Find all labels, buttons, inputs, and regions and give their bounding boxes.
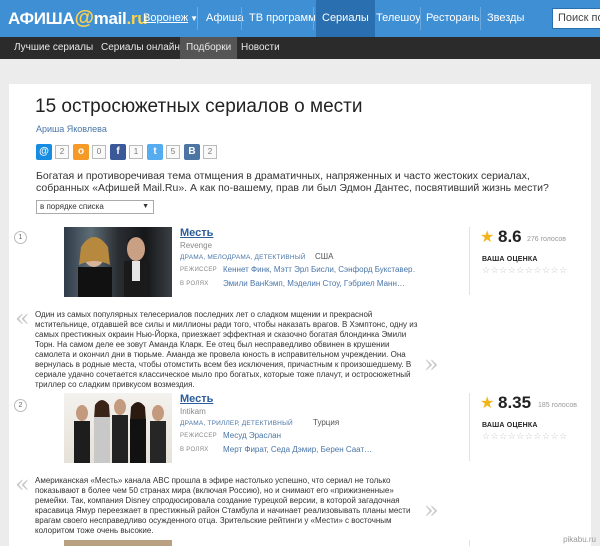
your-rating-label: ВАША ОЦЕНКА [482, 422, 538, 429]
item-original-title: Revenge [180, 241, 213, 250]
poster-image[interactable] [64, 227, 172, 297]
logo-at: @ [74, 7, 94, 29]
nav-divider [420, 7, 421, 30]
subnav-serials-online[interactable]: Сериалы онлайн [101, 37, 180, 59]
item-country: Турция [313, 418, 340, 427]
item-number: 2 [14, 399, 27, 412]
item-votes: 185 голосов [538, 402, 578, 409]
share-count: 0 [92, 145, 106, 159]
item-title-link[interactable]: Месть [180, 393, 213, 405]
quote-open-icon: « [15, 470, 30, 498]
nav-item-restaurants[interactable]: Рестораны [426, 0, 482, 37]
facebook-icon[interactable]: f [110, 144, 126, 160]
nav-divider [313, 7, 314, 30]
top-navigation-bar: АФИША@mail.ru Воронеж ▼ Афиша ТВ программ… [0, 0, 600, 37]
nav-item-afisha[interactable]: Афиша [206, 0, 244, 37]
column-divider [469, 540, 470, 546]
twitter-icon[interactable]: t [147, 144, 163, 160]
item-country: США [315, 252, 334, 261]
item-number: 1 [14, 231, 27, 244]
share-count: 2 [55, 145, 69, 159]
author-link[interactable]: Ариша Яковлева [36, 124, 107, 134]
share-count: 1 [129, 145, 143, 159]
your-rating-label: ВАША ОЦЕНКА [482, 256, 538, 263]
afisha-mail-logo[interactable]: АФИША@mail.ru [8, 7, 148, 30]
cast-label: В РОЛЯХ [180, 447, 209, 453]
item-description: Один из самых популярных телесериалов по… [35, 310, 418, 389]
item-cast[interactable]: Эмили ВанКэмп, Мэделин Стоу, Гэбриел Ман… [223, 279, 415, 288]
subnav-news[interactable]: Новости [241, 37, 280, 59]
page-title: 15 остросюжетных сериалов о мести [35, 96, 363, 117]
nav-item-serials[interactable]: Сериалы [316, 0, 375, 37]
director-label: РЕЖИССЕР [180, 267, 217, 273]
nav-item-teleshow[interactable]: Телешоу [376, 0, 421, 37]
share-count: 2 [203, 145, 217, 159]
column-divider [469, 393, 470, 461]
city-name: Воронеж [143, 12, 189, 24]
poster-image[interactable] [64, 540, 172, 546]
item-title-link[interactable]: Месть [180, 227, 213, 239]
your-rating-stars[interactable]: ☆☆☆☆☆☆☆☆☆☆ [482, 431, 568, 442]
article-card: 15 остросюжетных сериалов о мести Ариша … [9, 84, 591, 546]
sort-value: в порядке списка [40, 202, 104, 211]
article-lead: Богатая и противоречивая тема отмщения в… [36, 170, 549, 194]
subnav-best-serials[interactable]: Лучшие сериалы [14, 37, 93, 59]
watermark: pikabu.ru [563, 535, 596, 544]
poster-image[interactable] [64, 393, 172, 463]
nav-item-stars[interactable]: Звезды [487, 0, 524, 37]
mail-icon[interactable]: @ [36, 144, 52, 160]
nav-divider [480, 7, 481, 30]
director-label: РЕЖИССЕР [180, 433, 217, 439]
star-icon: ★ [480, 229, 495, 246]
nav-divider [241, 7, 242, 30]
quote-close-icon: » [424, 350, 439, 378]
cast-label: В РОЛЯХ [180, 281, 209, 287]
item-director[interactable]: Месуд Эраслан [223, 431, 415, 440]
poster-image [74, 399, 166, 463]
item-director[interactable]: Кеннет Финк, Мэтт Эрл Бисли, Сэнфорд Бук… [223, 265, 415, 274]
star-icon: ★ [480, 395, 495, 412]
quote-open-icon: « [15, 304, 30, 332]
nav-divider [197, 7, 198, 30]
item-rating: 8.35 [498, 393, 532, 412]
item-rating: 8.6 [498, 227, 522, 246]
poster-image [78, 236, 150, 297]
item-cast[interactable]: Мерт Фират, Седа Дэмир, Берен Саат… [223, 445, 415, 454]
sub-navigation-bar: Лучшие сериалы Сериалы онлайн Подборки Н… [0, 37, 600, 59]
item-original-title: Intikam [180, 407, 206, 416]
item-genre[interactable]: ДРАМА, ТРИЛЛЕР, ДЕТЕКТИВНЫЙ [180, 420, 293, 427]
quote-close-icon: » [424, 496, 439, 524]
item-description: Американская «Месть» канала ABC прошла в… [35, 476, 411, 535]
sort-select[interactable]: в порядке списка ▼ [36, 200, 154, 214]
search-input[interactable]: Поиск по [552, 8, 600, 29]
column-divider [469, 227, 470, 295]
chevron-down-icon: ▼ [142, 203, 149, 210]
item-genre[interactable]: ДРАМА, МЕЛОДРАМА, ДЕТЕКТИВНЫЙ [180, 254, 306, 261]
vkontakte-icon[interactable]: В [184, 144, 200, 160]
odnoklassniki-icon[interactable]: о [73, 144, 89, 160]
nav-item-tv[interactable]: ТВ программа [249, 0, 322, 37]
logo-mail: mail [93, 9, 127, 28]
share-count: 5 [166, 145, 180, 159]
city-selector[interactable]: Воронеж ▼ [143, 12, 198, 24]
item-votes: 276 голосов [527, 236, 567, 243]
subnav-collections[interactable]: Подборки [180, 37, 238, 59]
logo-afisha: АФИША [8, 9, 75, 28]
your-rating-stars[interactable]: ☆☆☆☆☆☆☆☆☆☆ [482, 265, 568, 276]
